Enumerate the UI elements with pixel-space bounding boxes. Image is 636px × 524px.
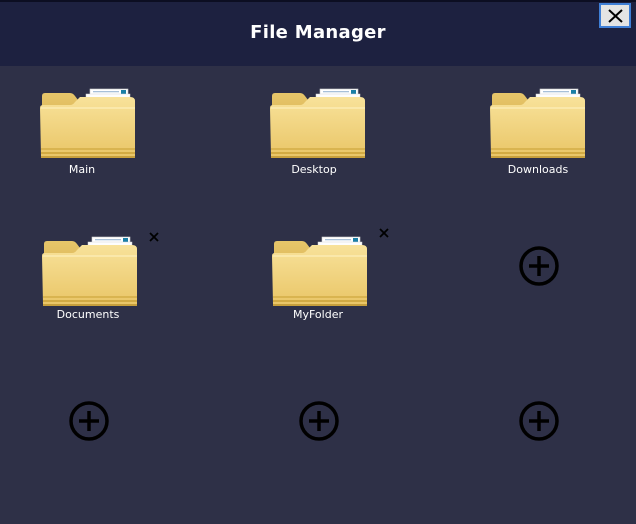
folder-label: MyFolder <box>293 308 343 321</box>
folder-label: Desktop <box>291 163 337 176</box>
title-bar: File Manager <box>0 0 636 66</box>
title-bar-edge <box>0 0 636 2</box>
folder-icon <box>40 86 136 160</box>
folder-icon <box>272 234 368 308</box>
add-circle-icon <box>518 245 560 287</box>
add-circle-icon <box>68 400 110 442</box>
folder-label: Downloads <box>507 163 569 176</box>
close-button[interactable] <box>599 3 631 28</box>
add-folder-button[interactable] <box>298 400 340 442</box>
delete-folder-button[interactable] <box>147 230 161 244</box>
delete-folder-button[interactable] <box>377 226 391 240</box>
delete-icon <box>379 228 389 238</box>
close-icon <box>608 9 623 23</box>
add-circle-icon <box>518 400 560 442</box>
folder-icon <box>490 86 586 160</box>
folder-label: Documents <box>56 308 120 321</box>
add-folder-button[interactable] <box>518 245 560 287</box>
folder-icon <box>42 234 138 308</box>
folder-label: Main <box>68 163 96 176</box>
add-folder-button[interactable] <box>68 400 110 442</box>
delete-icon <box>149 232 159 242</box>
window-title: File Manager <box>250 22 386 43</box>
folder-icon <box>270 86 366 160</box>
add-circle-icon <box>298 400 340 442</box>
add-folder-button[interactable] <box>518 400 560 442</box>
file-manager-window: File Manager Main Desktop Downloads Docu <box>0 0 636 524</box>
